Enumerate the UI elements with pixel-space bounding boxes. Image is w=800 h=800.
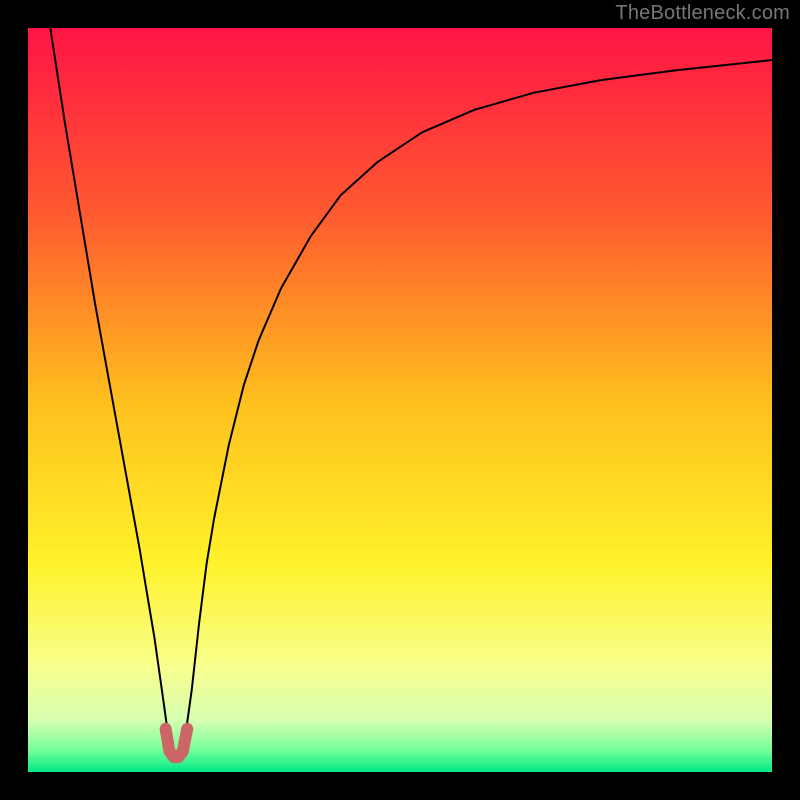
chart-plot-area [28,28,772,772]
chart-background [28,28,772,772]
chart-frame: TheBottleneck.com [0,0,800,800]
chart-svg [28,28,772,772]
watermark-text: TheBottleneck.com [615,2,790,25]
